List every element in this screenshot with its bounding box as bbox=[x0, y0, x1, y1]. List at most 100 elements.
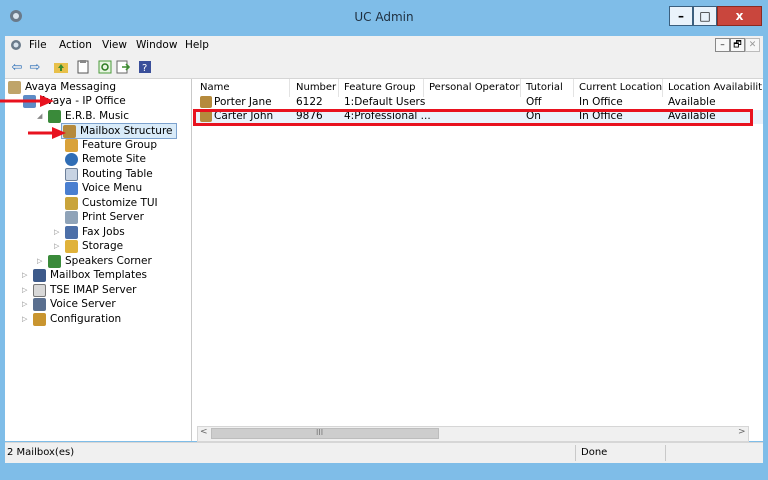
current-location-cell: In Office bbox=[579, 96, 623, 108]
column-header-personal-operator[interactable]: Personal Operator bbox=[429, 82, 519, 96]
tree-label: Mailbox Structure bbox=[80, 125, 173, 137]
expand-arrow-icon[interactable]: ▷ bbox=[54, 242, 62, 250]
minimize-button[interactable]: – bbox=[669, 6, 693, 26]
expand-arrow-icon[interactable]: ▷ bbox=[22, 315, 30, 323]
status-divider bbox=[665, 445, 666, 461]
column-header-name[interactable]: Name bbox=[200, 82, 230, 96]
refresh-icon[interactable] bbox=[97, 59, 113, 75]
location-availability-cell: Available bbox=[668, 96, 716, 108]
column-divider[interactable] bbox=[573, 79, 574, 97]
scroll-left-icon[interactable]: < bbox=[200, 427, 208, 437]
forward-icon[interactable]: ⇨ bbox=[27, 59, 43, 75]
status-done: Done bbox=[581, 447, 608, 458]
tree-item-feature-group[interactable]: Feature Group bbox=[65, 138, 157, 152]
highlight-box bbox=[193, 109, 753, 126]
tree-label: Feature Group bbox=[82, 139, 157, 151]
tree-label: Customize TUI bbox=[82, 197, 158, 209]
column-header-tutorial[interactable]: Tutorial bbox=[526, 82, 563, 96]
voice-server-icon bbox=[33, 297, 46, 311]
expand-arrow-icon[interactable]: ▷ bbox=[22, 271, 30, 279]
tree-item-print-server[interactable]: Print Server bbox=[65, 210, 144, 224]
menu-bar: File Action View Window Help – 🗗 ✕ bbox=[5, 36, 763, 56]
horizontal-scrollbar[interactable]: < III > bbox=[197, 426, 749, 442]
column-divider[interactable] bbox=[520, 79, 521, 97]
mdi-minimize-button[interactable]: – bbox=[715, 38, 730, 52]
maximize-button[interactable]: □ bbox=[693, 6, 717, 26]
tree-label: Voice Server bbox=[50, 298, 116, 310]
cell-text: Porter Jane bbox=[214, 96, 272, 108]
up-folder-icon[interactable] bbox=[53, 59, 69, 75]
column-divider[interactable] bbox=[338, 79, 339, 97]
tree-item-mailbox-templates[interactable]: ▷ Mailbox Templates bbox=[22, 268, 147, 282]
back-icon[interactable]: ⇦ bbox=[9, 59, 25, 75]
close-button[interactable]: x bbox=[717, 6, 762, 26]
status-divider bbox=[575, 445, 576, 461]
storage-icon bbox=[65, 239, 78, 253]
tree-label: Fax Jobs bbox=[82, 226, 125, 238]
app-window: UC Admin – □ x File Action View Window H… bbox=[0, 0, 768, 480]
mdi-close-button[interactable]: ✕ bbox=[745, 38, 760, 52]
app-menu-icon[interactable] bbox=[9, 38, 23, 52]
imap-server-icon bbox=[33, 283, 46, 297]
red-arrow-icon bbox=[0, 95, 54, 107]
column-header-feature-group[interactable]: Feature Group bbox=[344, 82, 415, 96]
table-row[interactable]: Porter Jane 6122 1:Default Users Off In … bbox=[193, 96, 763, 110]
feature-group-cell: 1:Default Users bbox=[344, 96, 426, 108]
tree-item-avaya-messaging[interactable]: Avaya Messaging bbox=[8, 80, 116, 94]
number-cell: 6122 bbox=[296, 96, 323, 108]
tree-item-voice-menu[interactable]: Voice Menu bbox=[65, 181, 142, 195]
tree-label: TSE IMAP Server bbox=[50, 284, 137, 296]
tree-item-voice-server[interactable]: ▷ Voice Server bbox=[22, 297, 116, 311]
column-divider[interactable] bbox=[289, 79, 290, 97]
svg-text:?: ? bbox=[142, 63, 147, 74]
expand-arrow-icon[interactable]: ▷ bbox=[54, 228, 62, 236]
tree-item-remote-site[interactable]: Remote Site bbox=[65, 152, 146, 166]
tree-item-fax-jobs[interactable]: ▷ Fax Jobs bbox=[54, 225, 125, 239]
tree-label: Configuration bbox=[50, 313, 122, 325]
tree-item-storage[interactable]: ▷ Storage bbox=[54, 239, 123, 253]
tree-item-erb-music[interactable]: ◢ E.R.B. Music bbox=[37, 109, 129, 123]
export-icon[interactable] bbox=[115, 59, 131, 75]
expand-arrow-icon[interactable]: ▷ bbox=[22, 300, 30, 308]
menu-file[interactable]: File bbox=[29, 39, 47, 51]
expand-arrow-icon[interactable]: ▷ bbox=[37, 257, 45, 265]
tree-label: E.R.B. Music bbox=[65, 110, 129, 122]
menu-action[interactable]: Action bbox=[59, 39, 92, 51]
tree-item-routing-table[interactable]: Routing Table bbox=[65, 167, 153, 181]
fax-icon bbox=[65, 225, 78, 239]
scroll-right-icon[interactable]: > bbox=[738, 427, 746, 437]
voice-menu-icon bbox=[65, 181, 78, 195]
column-header-location-availability[interactable]: Location Availabilit bbox=[668, 82, 762, 96]
title-bar[interactable]: UC Admin – □ x bbox=[0, 0, 768, 34]
tree-label: Remote Site bbox=[82, 153, 147, 165]
scrollbar-thumb[interactable]: III bbox=[211, 428, 439, 439]
tree-item-tse-imap-server[interactable]: ▷ TSE IMAP Server bbox=[22, 283, 137, 297]
menu-view[interactable]: View bbox=[102, 39, 127, 51]
expand-arrow-icon[interactable]: ▷ bbox=[22, 286, 30, 294]
tree-item-mailbox-structure[interactable]: Mailbox Structure bbox=[61, 123, 177, 139]
mailbox-user-icon bbox=[200, 96, 212, 108]
tree-item-configuration[interactable]: ▷ Configuration bbox=[22, 312, 121, 326]
menu-help[interactable]: Help bbox=[185, 39, 209, 51]
name-cell: Porter Jane bbox=[200, 96, 272, 108]
tree-label: Mailbox Templates bbox=[50, 269, 148, 281]
site-icon bbox=[48, 254, 61, 268]
main-content: Avaya Messaging Avaya - IP Office ◢ E.R.… bbox=[5, 79, 763, 442]
messaging-icon bbox=[8, 80, 21, 94]
collapse-arrow-icon[interactable]: ◢ bbox=[37, 112, 45, 120]
thumb-grip: III bbox=[316, 428, 324, 437]
properties-icon[interactable] bbox=[75, 59, 91, 75]
tree-label: Voice Menu bbox=[82, 182, 143, 194]
column-divider[interactable] bbox=[662, 79, 663, 97]
configuration-icon bbox=[33, 312, 46, 326]
tree-item-speakers-corner[interactable]: ▷ Speakers Corner bbox=[37, 254, 152, 268]
status-bar: 2 Mailbox(es) Done bbox=[5, 442, 763, 463]
menu-window[interactable]: Window bbox=[136, 39, 177, 51]
column-divider[interactable] bbox=[423, 79, 424, 97]
status-mailbox-count: 2 Mailbox(es) bbox=[7, 447, 75, 458]
column-header-current-location[interactable]: Current Location bbox=[579, 82, 662, 96]
mdi-restore-button[interactable]: 🗗 bbox=[730, 38, 745, 52]
column-header-number[interactable]: Number bbox=[296, 82, 336, 96]
tree-item-customize-tui[interactable]: Customize TUI bbox=[65, 196, 158, 210]
help-icon[interactable]: ? bbox=[137, 59, 153, 75]
